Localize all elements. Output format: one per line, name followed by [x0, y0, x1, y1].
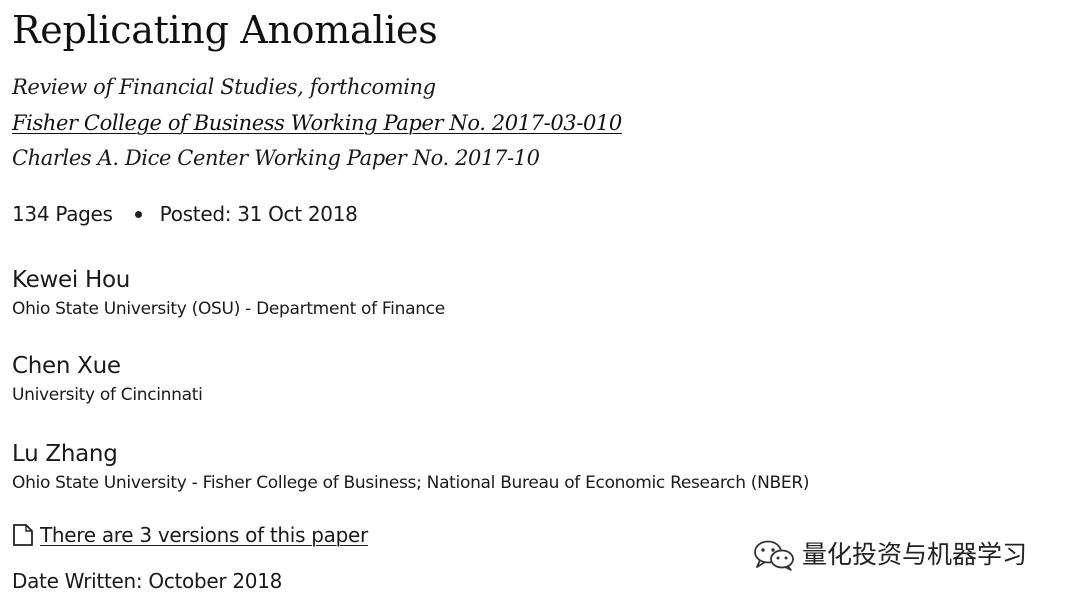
- wechat-icon: [754, 540, 794, 571]
- paper-meta: 134 Pages Posted: 31 Oct 2018: [12, 198, 358, 230]
- date-written: Date Written: October 2018: [12, 569, 283, 593]
- author-block: Kewei Hou Ohio State University (OSU) - …: [12, 264, 445, 321]
- page-count: 134 Pages: [12, 202, 113, 226]
- document-icon: [13, 524, 33, 546]
- posted-date: Posted: 31 Oct 2018: [159, 202, 358, 226]
- author-affiliation: Ohio State University (OSU) - Department…: [12, 299, 445, 319]
- publication-journal: Review of Financial Studies, forthcoming: [12, 75, 436, 99]
- author-block: Lu Zhang Ohio State University - Fisher …: [12, 438, 809, 495]
- author-block: Chen Xue University of Cincinnati: [12, 350, 203, 407]
- author-name[interactable]: Lu Zhang: [12, 438, 809, 470]
- watermark: 量化投资与机器学习: [752, 537, 1027, 573]
- author-affiliation: University of Cincinnati: [12, 385, 203, 405]
- paper-title: Replicating Anomalies: [12, 8, 438, 52]
- author-name[interactable]: Chen Xue: [12, 350, 203, 382]
- publication-list: Review of Financial Studies, forthcoming…: [12, 70, 622, 177]
- publication-dice-center: Charles A. Dice Center Working Paper No.…: [12, 146, 540, 170]
- versions-link[interactable]: There are 3 versions of this paper: [40, 519, 368, 551]
- author-name[interactable]: Kewei Hou: [12, 264, 445, 296]
- watermark-text: 量化投资与机器学习: [802, 540, 1028, 569]
- versions-row: There are 3 versions of this paper: [12, 519, 368, 551]
- author-affiliation: Ohio State University - Fisher College o…: [12, 473, 810, 493]
- publication-working-paper-link[interactable]: Fisher College of Business Working Paper…: [12, 111, 622, 135]
- bullet-separator: [134, 210, 142, 218]
